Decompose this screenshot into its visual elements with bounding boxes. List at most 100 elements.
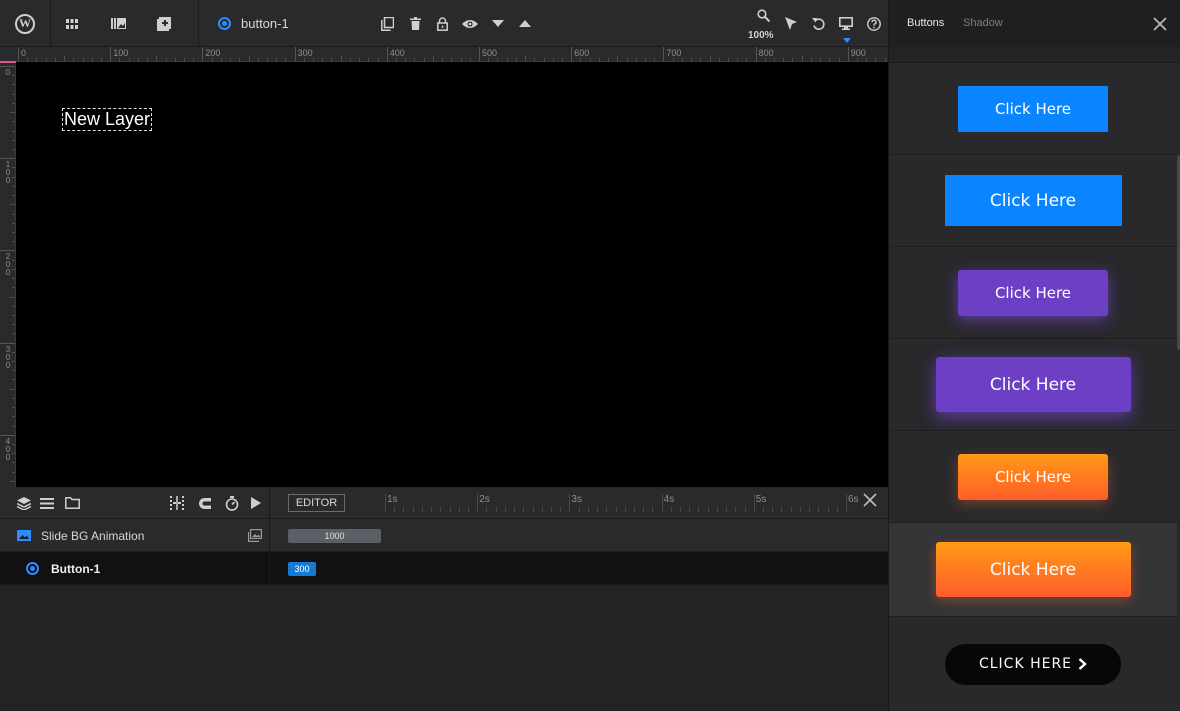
ruler-minor-tick — [165, 58, 167, 61]
zoom-icon[interactable] — [754, 0, 772, 30]
preset-button-purple-large[interactable]: Click Here — [935, 357, 1131, 412]
tab-shadow[interactable]: Shadow — [963, 17, 1003, 29]
timeline-minor-tick — [735, 507, 737, 512]
timeline-major-tick — [385, 494, 386, 512]
ruler-minor-tick — [515, 58, 517, 61]
ruler-minor-tick — [12, 231, 15, 233]
undo-icon[interactable] — [809, 0, 827, 47]
media-icon[interactable] — [248, 529, 262, 542]
vertical-ruler[interactable]: 0 100 200 300 400 — [0, 47, 16, 487]
timeline-minor-tick — [523, 507, 525, 512]
ruler-minor-tick — [12, 397, 15, 399]
ruler-minor-tick — [331, 58, 333, 61]
ruler-minor-tick — [801, 56, 803, 61]
button-preset-4[interactable]: Click Here — [889, 339, 1177, 431]
timeline-minor-tick — [597, 507, 599, 512]
tab-buttons[interactable]: Buttons — [907, 17, 944, 29]
selected-layer[interactable]: button-1 — [218, 0, 289, 47]
duplicate-icon[interactable] — [378, 0, 396, 47]
lock-icon[interactable] — [433, 0, 451, 47]
timeline-second-label: 3s — [571, 494, 582, 505]
timeline-row-slide-bg[interactable]: Slide BG Animation 1000 — [0, 519, 888, 552]
ruler-major-tick — [0, 342, 15, 344]
panel-close-icon[interactable] — [1153, 17, 1167, 31]
button-preset-7[interactable]: CLICK HERE — [889, 617, 1177, 711]
ruler-minor-tick — [12, 195, 15, 197]
timeline-minor-tick — [652, 507, 654, 512]
timeline-minor-tick — [486, 507, 488, 512]
ruler-minor-tick — [414, 58, 416, 61]
ruler-position-marker — [0, 61, 16, 63]
button-preset-1[interactable]: Click Here — [889, 63, 1177, 155]
magnet-icon[interactable] — [197, 495, 213, 511]
button-preset-2[interactable]: Click Here — [889, 155, 1177, 247]
ruler-major-tick — [0, 158, 15, 160]
button-layer-icon — [26, 562, 39, 575]
timeline-close-icon[interactable] — [863, 493, 881, 511]
timeline-minor-tick — [633, 507, 635, 512]
timeline-minor-tick — [698, 507, 700, 512]
timeline-minor-tick — [578, 507, 580, 512]
ruler-minor-tick — [303, 58, 305, 61]
ruler-minor-tick — [12, 314, 15, 316]
preset-button-blue-large[interactable]: Click Here — [944, 175, 1122, 226]
media-library-icon[interactable] — [104, 0, 132, 47]
delete-icon[interactable] — [406, 0, 424, 47]
slider-editor: W button-1 100% 0 100 200 300 400 500 60… — [0, 0, 1180, 711]
ruler-major-tick — [386, 47, 388, 61]
timeline-major-tick — [753, 494, 755, 512]
grid-icon[interactable] — [58, 0, 86, 47]
ruler-minor-tick — [12, 75, 15, 77]
stopwatch-icon[interactable] — [224, 495, 240, 511]
layers-icon[interactable] — [16, 495, 32, 511]
button-preset-3[interactable]: Click Here — [889, 247, 1177, 339]
add-slide-icon[interactable] — [150, 0, 178, 47]
editor-button[interactable]: EDITOR — [288, 494, 345, 512]
slide-canvas[interactable]: New Layer — [16, 62, 888, 487]
ruler-minor-tick — [598, 58, 600, 61]
ruler-minor-tick — [396, 58, 398, 61]
cursor-icon[interactable] — [782, 0, 800, 47]
ruler-minor-tick — [54, 58, 56, 61]
ruler-minor-tick — [672, 58, 674, 61]
folder-icon[interactable] — [64, 495, 80, 511]
visibility-eye-icon[interactable] — [460, 0, 480, 47]
ruler-minor-tick — [783, 58, 785, 61]
preset-button-purple-small[interactable]: Click Here — [958, 269, 1108, 316]
help-icon[interactable] — [865, 0, 883, 47]
ruler-minor-tick — [727, 58, 729, 61]
horizontal-ruler[interactable]: 0 100 200 300 400 500 600 700 800 900 — [16, 47, 888, 62]
slide-bg-duration-bar[interactable]: 1000 — [288, 529, 381, 543]
ruler-minor-tick — [884, 58, 886, 61]
move-down-icon[interactable] — [489, 0, 507, 47]
grid-snap-icon[interactable] — [169, 495, 185, 511]
ruler-minor-tick — [211, 58, 213, 61]
ruler-minor-tick — [285, 58, 287, 61]
ruler-minor-tick — [432, 56, 434, 61]
move-up-icon[interactable] — [516, 0, 534, 47]
list-icon[interactable] — [39, 495, 55, 511]
button-preset-5[interactable]: Click Here — [889, 431, 1177, 523]
preset-button-orange-large[interactable]: Click Here — [935, 542, 1131, 597]
timeline-row-label-area: Slide BG Animation — [0, 519, 270, 552]
button-1-duration-bar[interactable]: 300 — [288, 562, 316, 576]
timeline-minor-tick — [550, 507, 552, 512]
ruler-minor-tick — [12, 333, 15, 335]
ruler-minor-tick — [12, 351, 15, 353]
ruler-major-tick — [571, 47, 573, 61]
new-layer-text[interactable]: New Layer — [62, 108, 153, 131]
ruler-minor-tick — [635, 58, 637, 61]
button-preset-6[interactable]: Click Here — [889, 523, 1177, 617]
preset-button-orange-small[interactable]: Click Here — [958, 453, 1108, 500]
ruler-minor-tick — [626, 58, 628, 61]
preset-button-black-pill[interactable]: CLICK HERE — [945, 643, 1121, 685]
timeline-row-button-1[interactable]: Button-1 300 — [0, 552, 888, 585]
preset-button-blue-small[interactable]: Click Here — [958, 85, 1108, 132]
device-indicator — [843, 38, 851, 43]
timeline-second-label: 1s — [387, 494, 398, 505]
play-icon[interactable] — [248, 495, 264, 511]
ruler-minor-tick — [100, 58, 102, 61]
ruler-minor-tick — [340, 56, 342, 61]
chevron-right-icon — [1078, 658, 1087, 670]
wordpress-icon[interactable]: W — [0, 0, 50, 47]
